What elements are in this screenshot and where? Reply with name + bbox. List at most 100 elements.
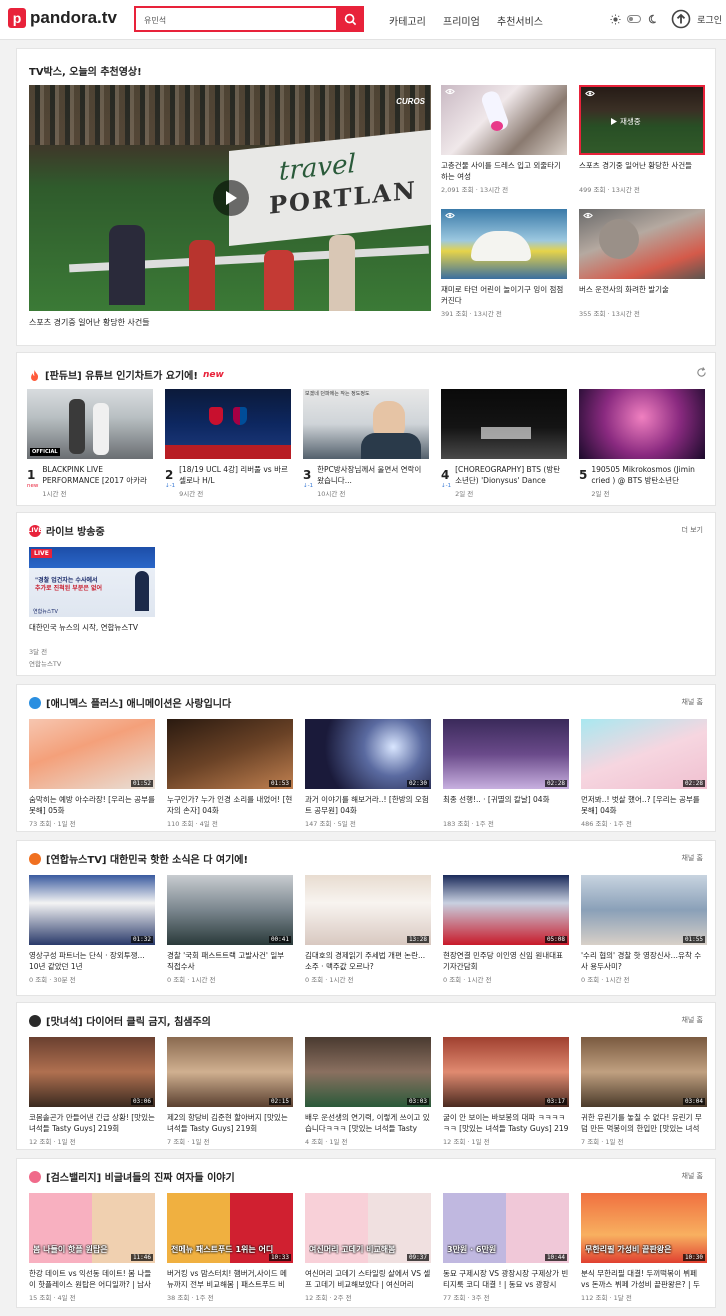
- video-thumbnail[interactable]: 02:28: [581, 719, 707, 789]
- video-thumbnail[interactable]: 02:15: [167, 1037, 293, 1107]
- play-button[interactable]: [213, 180, 249, 216]
- video-thumbnail[interactable]: 05:08: [443, 875, 569, 945]
- channel-home-link[interactable]: 채널 홈: [681, 697, 703, 707]
- chart-item[interactable]: 2 ↓-1 [18/19 UCL 4강] 리버풀 vs 바르셀로나 H/L 9시간 …: [165, 389, 291, 498]
- channel-home-link[interactable]: 채널 홈: [681, 853, 703, 863]
- card-title: 한강 데이트 vs 익선동 데이트! 봄 나들이 핫플레이스 원탑은 어디일까?…: [29, 1269, 152, 1289]
- video-thumbnail[interactable]: 03:17: [443, 1037, 569, 1107]
- card-title: 경찰 '국회 패스트트랙 고발사건' 일부 직접수사: [167, 951, 285, 971]
- video-thumbnail[interactable]: 00:41: [167, 875, 293, 945]
- item-meta: 10시간 전: [317, 490, 346, 498]
- card-title: 버거킹 vs 맘스터치! 햄버거,사이드 메뉴까지 전부 비교해봄 | 패스트푸…: [167, 1269, 287, 1289]
- fire-icon: [31, 369, 39, 381]
- main-video[interactable]: travel PORTLAN CUROS: [29, 85, 431, 311]
- video-thumbnail[interactable]: 무한리필 가성비 끝판왕은 10:30: [581, 1193, 707, 1263]
- video-thumbnail[interactable]: 03:06: [29, 1037, 155, 1107]
- search-button[interactable]: [336, 6, 364, 32]
- video-card[interactable]: 여신머리 고데기 비교해봄 09:37 여신머리 고데기 스타일링 살에서 VS 셀…: [305, 1193, 431, 1302]
- video-thumbnail[interactable]: 01:53: [167, 719, 293, 789]
- channel-home-link[interactable]: 채널 홈: [681, 1015, 703, 1025]
- live-tag: LIVE: [31, 549, 52, 558]
- moon-icon[interactable]: [647, 14, 657, 24]
- video-thumbnail[interactable]: 01:52: [29, 719, 155, 789]
- tvbox-card[interactable]: 재미로 타던 어린이 놀이기구 잉이 점점 커진다 391 조회 · 13시간 …: [441, 209, 567, 318]
- card-meta: 7 조회 · 1일 전: [167, 1138, 210, 1146]
- login-link[interactable]: 로그인: [697, 13, 722, 26]
- sun-icon[interactable]: [610, 13, 621, 25]
- duration-badge: 01:52: [130, 780, 153, 787]
- video-card[interactable]: 03:17 굴이 안 보이는 바보봉의 대파 ㅋㅋㅋㅋㅋㅋ [맛있는 녀석들 Ta…: [443, 1037, 569, 1146]
- yonhap-section: [연합뉴스TV] 대한민국 핫한 소식은 다 여기에! 채널 홈 01:32 영상…: [16, 840, 716, 996]
- video-thumbnail[interactable]: 01:32: [29, 875, 155, 945]
- video-card[interactable]: 무한리필 가성비 끝판왕은 10:30 분식 무한리필 대결! 두끼떡볶이 뷔페 v…: [581, 1193, 707, 1302]
- card-title: 굴이 안 보이는 바보봉의 대파 ㅋㅋㅋㅋㅋㅋ [맛있는 녀석들 Tasty G…: [443, 1113, 569, 1133]
- theme-toggle[interactable]: [627, 15, 642, 23]
- card-meta: 15 조회 · 4일 전: [29, 1294, 76, 1302]
- rank-number: 4 ↓-1: [441, 468, 452, 490]
- refresh-icon[interactable]: [696, 367, 707, 378]
- duration-badge: 01:32: [130, 936, 153, 943]
- duration-badge: 03:06: [130, 1098, 153, 1105]
- duration-badge: 03:03: [406, 1098, 429, 1105]
- video-card[interactable]: 3만원 · 6만원 10:44 동묘 구제시장 VS 광장시장 구제상가 빈티지룩 …: [443, 1193, 569, 1302]
- chart-item[interactable]: OFFICIAL 1 new BLACKPINK LIVE PERFORMANCE…: [27, 389, 153, 498]
- card-title: 스포츠 경기중 일어난 황당한 사건들: [579, 161, 693, 170]
- video-thumbnail[interactable]: 여신머리 고데기 비교해봄 09:37: [305, 1193, 431, 1263]
- video-card[interactable]: 01:52 숨막히는 예방 아수라장! [우리는 공부를 못해] 05화 73 조회…: [29, 719, 155, 828]
- search-input[interactable]: [136, 9, 336, 32]
- nav-category[interactable]: 카테고리: [389, 13, 426, 28]
- section-title: TV박스, 오늘의 추천영상!: [29, 67, 142, 78]
- video-thumbnail[interactable]: 02:30: [305, 719, 431, 789]
- video-card[interactable]: 01:55 '수리 협의' 경찰 핫 영장신사…유착 수사 용두사미? 0 조회 ·…: [581, 875, 707, 984]
- nav-recommend[interactable]: 추천서비스: [497, 13, 543, 28]
- video-thumbnail[interactable]: 13:28: [305, 875, 431, 945]
- video-card[interactable]: 02:28 먼저봐..! 벗살 했어..? [우리는 공부를 못해] 04화 486…: [581, 719, 707, 828]
- video-thumbnail[interactable]: 03:03: [305, 1037, 431, 1107]
- video-card[interactable]: 05:08 현장연결 민주당 이인영 신임 원내대표 기자간담회 0 조회 · 1시…: [443, 875, 569, 984]
- video-card[interactable]: 02:30 과거 이야기를 해보거라..! [한방의 오험 트 공무원] 04화 1…: [305, 719, 431, 828]
- youtube-chart-section: [판듀브] 유튜브 인기차트가 요기에! new OFFICIAL 1 new B…: [16, 352, 716, 506]
- live-card[interactable]: LIVE "경찰 업건자는 수사에서 추가로 진척된 부분은 없어 연합뉴스TV…: [29, 547, 155, 668]
- video-card[interactable]: 03:04 귀한 유린기를 놓칠 수 없다! 유린기 무덤 만든 먹봉이의 한입만…: [581, 1037, 707, 1146]
- duration-badge: 01:55: [682, 936, 705, 943]
- video-thumbnail[interactable]: 3만원 · 6만원 10:44: [443, 1193, 569, 1263]
- video-card[interactable]: 전메뉴 패스트푸드 1위는 어디? 10:33 버거킹 vs 맘스터치! 햄버거,사…: [167, 1193, 293, 1302]
- eye-icon: [445, 88, 455, 95]
- more-link[interactable]: 더 보기: [681, 525, 703, 535]
- video-thumbnail[interactable]: 봄 나들이 핫플 원탑은 11:46: [29, 1193, 155, 1263]
- chart-item[interactable]: 5 190505 Mikrokosmos (Jimin cried ) @ BT…: [579, 389, 705, 498]
- main-video-title[interactable]: 스포츠 경기중 일어난 황당한 사건들: [29, 317, 150, 328]
- now-playing-label: 재생중: [611, 116, 641, 127]
- nav-premium[interactable]: 프리미엄: [443, 13, 480, 28]
- video-thumbnail[interactable]: 02:28: [443, 719, 569, 789]
- video-card[interactable]: 01:53 누구인가? 누가 인경 소리를 내었어! [현자의 손자] 04화 11…: [167, 719, 293, 828]
- video-card[interactable]: 03:06 코몸솔곤가 만들어낸 긴급 상황! [맛있는 녀석들 Tasty Gu…: [29, 1037, 155, 1146]
- pandora-logo[interactable]: p pandora.tv: [8, 8, 117, 28]
- card-meta: 38 조회 · 1주 전: [167, 1294, 214, 1302]
- tvbox-card-playing[interactable]: 재생중 스포츠 경기중 일어난 황당한 사건들 499 조회 · 13시간 전: [579, 85, 705, 194]
- section-title: [맛녀석] 다이어터 클릭 금지, 침샘주의: [29, 1013, 211, 1028]
- video-card[interactable]: 00:41 경찰 '국회 패스트트랙 고발사건' 일부 직접수사 0 조회 · 1시…: [167, 875, 293, 984]
- video-card[interactable]: 03:03 배우 운선생의 연기력, 이렇게 쓰이고 있습니다ㅋㅋㅋ [맛있는 녀…: [305, 1037, 431, 1146]
- video-card[interactable]: 02:15 제2의 항당비 김준현 할아버지 [맛있는 녀석들 Tasty Guy…: [167, 1037, 293, 1146]
- tvbox-card[interactable]: 버스 운전사의 화려한 발기술 355 조회 · 13시간 전: [579, 209, 705, 318]
- video-thumbnail[interactable]: 전메뉴 패스트푸드 1위는 어디? 10:33: [167, 1193, 293, 1263]
- card-title: 귀한 유린기를 놓칠 수 없다! 유린기 무덤 만든 먹봉이의 한입만 [맛있는…: [581, 1113, 702, 1133]
- chart-item[interactable]: 보겠네 던파에는 작는 정도정도 3 ↓-1 한PC방사장님께서 울면서 연락이 …: [303, 389, 429, 498]
- card-channel: 연합뉴스TV: [29, 660, 62, 668]
- video-card[interactable]: 13:28 김대호의 경제읽기 주세법 개편 논란... 소주 · 맥주값 오르나…: [305, 875, 431, 984]
- card-meta: 4 조회 · 1일 전: [305, 1138, 348, 1146]
- search-icon: [344, 13, 356, 25]
- yg-logo: OFFICIAL: [30, 448, 60, 456]
- video-card[interactable]: 02:28 최종 선행!.. · [귀멸의 칼날] 04화 183 조회 · 1주 …: [443, 719, 569, 828]
- video-card[interactable]: 01:32 영상구성 파트너는 단식 · 장외투쟁... 10년 같았던 1년 0 …: [29, 875, 155, 984]
- card-meta: 7 조회 · 1일 전: [581, 1138, 624, 1146]
- channel-home-link[interactable]: 채널 홈: [681, 1171, 703, 1181]
- video-card[interactable]: 봄 나들이 핫플 원탑은 11:46 한강 데이트 vs 익선동 데이트! 봄 나들…: [29, 1193, 155, 1302]
- search-box: [134, 6, 364, 32]
- chart-item[interactable]: 4 ↓-1 [CHOREOGRAPHY] BTS (방탄소년단) 'Dionysu…: [441, 389, 567, 498]
- tvbox-card[interactable]: 고층건물 사이를 드레스 입고 외줄타기 하는 여성 2,091 조회 · 13…: [441, 85, 567, 194]
- upload-icon[interactable]: [671, 9, 691, 29]
- video-thumbnail[interactable]: 01:55: [581, 875, 707, 945]
- video-thumbnail[interactable]: 03:04: [581, 1037, 707, 1107]
